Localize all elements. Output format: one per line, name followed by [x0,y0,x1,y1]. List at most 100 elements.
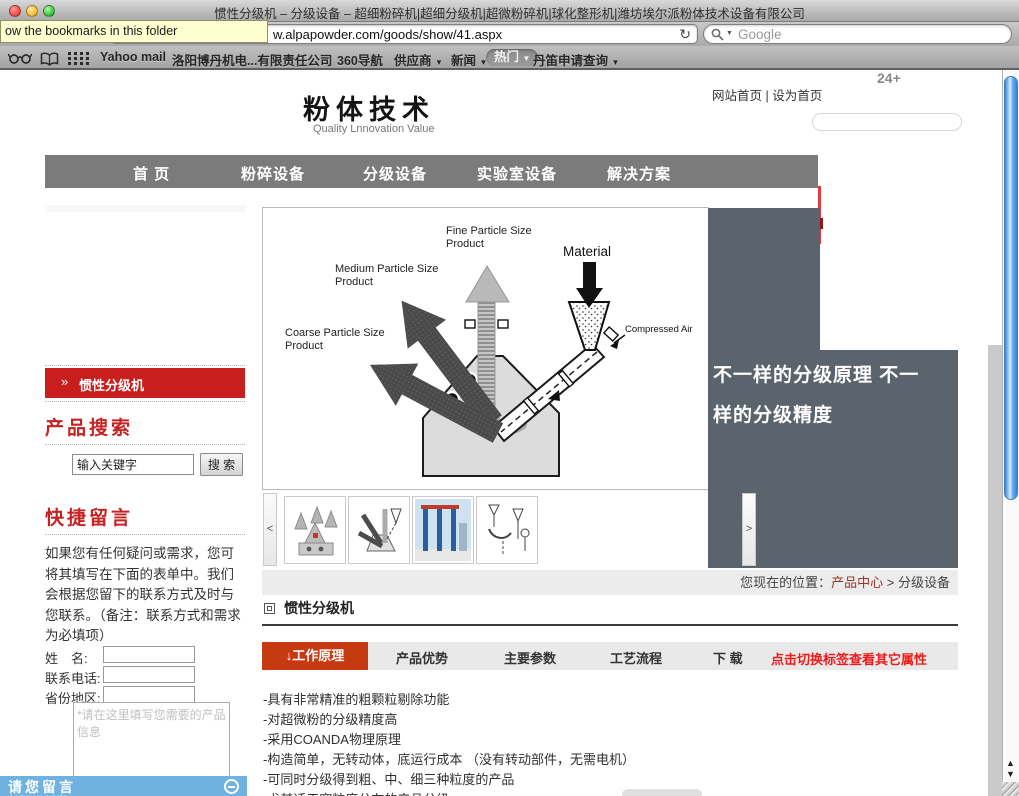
thumbnail-schematic[interactable] [476,496,538,564]
divider [45,401,245,402]
carousel-prev-button[interactable]: < [263,493,277,566]
tab-main-parameters[interactable]: 主要参数 [504,648,556,667]
phone-field[interactable] [103,666,195,683]
magnifier-icon [711,28,724,41]
product-tab-bar: ↓工作原理 产品优势 主要参数 工艺流程 下 载 点击切换标签查看其它属性 [262,642,958,670]
breadcrumb-arrow: > [887,575,895,590]
header-links[interactable]: 网站首页 | 设为首页 [712,85,822,104]
search-button[interactable]: 搜 索 [200,453,243,476]
tab-hint-text: 点击切换标签查看其它属性 [771,649,927,668]
bookmarks-book-icon[interactable] [40,52,59,66]
keyword-input[interactable] [72,454,194,475]
bookmarks-folder-tooltip: ow the bookmarks in this folder [0,20,268,43]
page-right-margin [988,345,1002,796]
svg-text:Product: Product [285,340,323,352]
window-resize-grip[interactable] [1002,782,1019,796]
nav-item-solutions[interactable]: 解决方案 [607,163,671,184]
bookmark-luoyang[interactable]: 洛阳博丹机电...有限责任公司 [172,50,332,69]
reload-icon[interactable]: ↻ [679,26,691,43]
name-label: 姓 名: [45,648,88,667]
sidebar-top-strip [45,205,245,212]
feature-item: -可同时分级得到粗、中、细三种粒度的产品 [263,769,953,789]
partial-clipped-text: 24+ [877,70,901,83]
message-textarea[interactable] [73,702,230,778]
breadcrumb: 您现在的位置：产品中心 > 分级设备 [262,570,958,595]
svg-text:Compressed Air: Compressed Air [625,324,693,335]
thumbnail-machine-photo[interactable] [284,496,346,564]
double-chevron-icon: » [61,374,68,389]
quick-message-heading: 快捷留言 [45,503,133,530]
scroll-down-icon[interactable]: ▼ [1002,769,1019,780]
bookmark-folder-news[interactable]: 新闻 ▼ [451,50,487,69]
header-search-box[interactable] [812,113,962,131]
collapse-minus-icon[interactable] [224,779,239,794]
scrollbar-thumb[interactable] [1004,76,1018,500]
chevron-down-icon: ▼ [612,58,620,67]
svg-text:Fine Particle Size: Fine Particle Size [446,225,532,237]
scrollbar-arrows[interactable]: ▲ ▼ [1002,758,1019,780]
breadcrumb-current[interactable]: 分级设备 [898,575,950,590]
main-navigation: 首 页 粉碎设备 分级设备 实验室设备 解决方案 [45,155,818,188]
phone-label: 联系电话: [45,668,101,687]
thumbnail-plant-photo[interactable] [412,496,474,564]
breadcrumb-prefix: 您现在的位置： [740,575,831,590]
bookmark-360nav[interactable]: 360导航 [337,50,383,69]
top-sites-grid-icon[interactable] [68,52,89,65]
browser-window: 惯性分级机 – 分级设备 – 超细粉碎机|超细分级机|超微粉碎机|球化整形机|潍… [0,0,1019,796]
name-field[interactable] [103,646,195,663]
tab-product-advantages[interactable]: 产品优势 [396,648,448,667]
reading-glasses-icon[interactable] [8,52,32,65]
product-diagram-box: Fine Particle Size Product Medium Partic… [262,207,709,490]
nav-item-home[interactable]: 首 页 [133,163,170,184]
divider [262,624,958,626]
site-logo[interactable]: 粉体技术 [303,88,435,127]
tab-working-principle[interactable]: ↓工作原理 [262,642,368,670]
thumbnail-diagram[interactable] [348,496,410,564]
banner-panel-top [708,208,820,350]
divider [45,534,245,535]
divider [45,365,245,366]
scroll-up-icon[interactable]: ▲ [1002,758,1019,769]
bookmarks-bar: Yahoo mail 洛阳博丹机电...有限责任公司 360导航 供应商 ▼ 新… [0,46,1019,70]
divider [45,444,245,445]
feedback-bar[interactable]: 请您留言 Leave us a note [0,776,247,796]
product-title: 惯性分级机 [284,598,354,618]
sidebar-product-label: 惯性分级机 [79,375,144,394]
bookmark-folder-hot-active[interactable]: 热门 ▼ [486,49,538,66]
window-titlebar: 惯性分级机 – 分级设备 – 超细粉碎机|超细分级机|超微粉碎机|球化整形机|潍… [0,0,1019,22]
tab-download[interactable]: 下 载 [713,648,743,667]
search-field[interactable]: ▼ Google [703,24,1012,44]
site-slogan: Quality Lnnovation Value [313,123,435,135]
chevron-down-icon: ▼ [435,58,443,67]
feature-item: -采用COANDA物理原理 [263,729,953,749]
feature-item: -构造简单，无转动体，底运行成本 （没有转动部件，无需电机） [263,749,953,769]
product-search-heading: 产品搜索 [45,413,133,440]
bookmark-yahoo-mail[interactable]: Yahoo mail [100,50,166,64]
sidebar-current-product[interactable]: » 惯性分级机 [45,368,245,398]
svg-text:Coarse Particle Size: Coarse Particle Size [285,327,385,339]
tab-process-flow[interactable]: 工艺流程 [610,648,662,667]
feature-list: -具有非常精准的粗颗粒剔除功能 -对超微粉的分级精度高 -采用COANDA物理原… [263,689,953,796]
floating-widget-edge [622,789,702,796]
svg-text:Product: Product [335,276,373,288]
search-engine-dropdown-icon[interactable]: ▼ [726,30,733,37]
bookmark-folder-dandi[interactable]: 丹笛申请查询 ▼ [533,50,619,69]
breadcrumb-product-center[interactable]: 产品中心 [831,575,883,590]
classifier-diagram: Fine Particle Size Product Medium Partic… [263,208,708,489]
region-field[interactable] [103,686,195,703]
search-placeholder: Google [738,27,782,42]
svg-text:Material: Material [563,244,611,259]
svg-text:Product: Product [446,238,484,250]
chevron-down-icon: ▼ [523,54,531,63]
nav-item-crushing[interactable]: 粉碎设备 [241,163,305,184]
section-box-icon [264,603,275,614]
url-text: w.alpapowder.com/goods/show/41.aspx [273,27,502,42]
message-instructions: 如果您有任何疑问或需求，您可将其填写在下面的表单中。我们会根据您留下的联系方式及… [45,544,247,647]
feature-item: -对超微粉的分级精度高 [263,709,953,729]
bookmark-folder-supplier[interactable]: 供应商 ▼ [394,50,443,69]
carousel-next-button[interactable]: > [742,493,756,566]
feature-item: -尤其适于窄粒度分布的产品分级 [263,789,953,796]
svg-text:Medium Particle Size: Medium Particle Size [335,263,438,275]
nav-item-classifying[interactable]: 分级设备 [363,163,427,184]
nav-item-laboratory[interactable]: 实验室设备 [477,163,557,184]
